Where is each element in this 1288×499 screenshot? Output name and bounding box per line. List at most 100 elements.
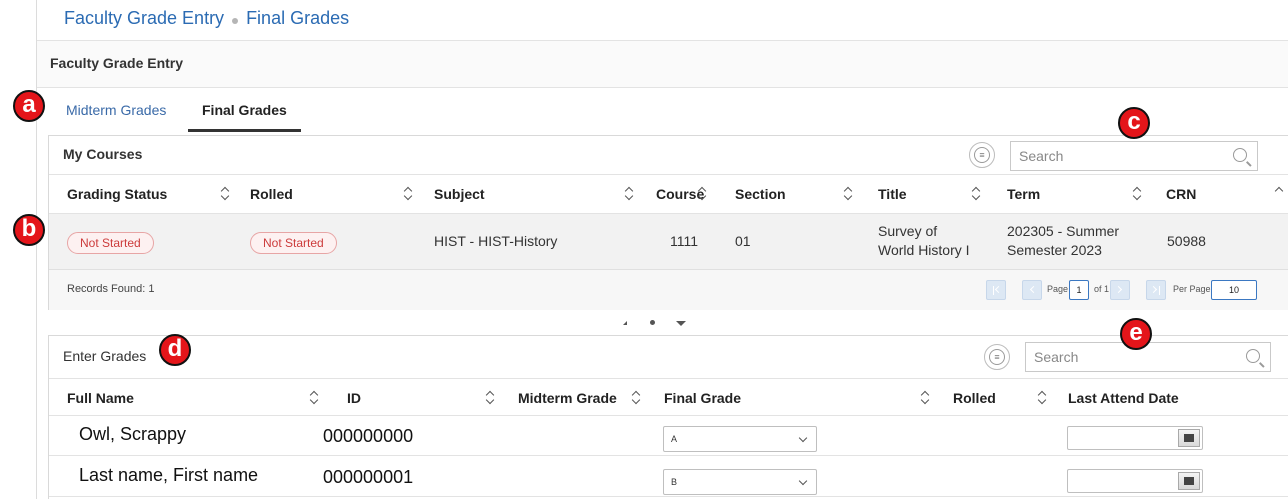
final-grade-select[interactable]: B <box>663 469 817 495</box>
grades-table-header: Full Name ID Midterm Grade Final Grade R… <box>49 378 1288 416</box>
sort-icon[interactable] <box>922 391 930 405</box>
col-term[interactable]: Term <box>1007 175 1040 213</box>
sort-icon[interactable] <box>1134 187 1142 201</box>
student-name: Owl, Scrappy <box>79 424 187 444</box>
records-found: Records Found: 1 <box>67 283 155 295</box>
table-row[interactable]: Not Started Not Started HIST - HIST-Hist… <box>49 214 1288 270</box>
per-page-label: Per Page <box>1173 284 1211 294</box>
calendar-icon[interactable] <box>1178 472 1200 490</box>
sort-icon[interactable] <box>405 187 413 201</box>
col-final-grade[interactable]: Final Grade <box>664 379 741 417</box>
annotation-marker-d: d <box>159 334 191 366</box>
annotation-marker-c: c <box>1118 107 1150 139</box>
sort-icon[interactable] <box>222 187 230 201</box>
app-frame: Faculty Grade Entry Final Grades Faculty… <box>0 0 1288 499</box>
my-courses-title: My Courses <box>63 146 143 162</box>
section-header-title: Faculty Grade Entry <box>50 55 184 71</box>
courses-search <box>1010 141 1258 171</box>
student-name: Last name, First name <box>79 465 259 485</box>
grade-tabs: Midterm Grades Final Grades <box>48 89 1288 133</box>
splitter-dot-icon <box>650 320 655 325</box>
page-number-input[interactable]: 1 <box>1069 280 1089 300</box>
col-crn[interactable]: CRN <box>1166 175 1196 213</box>
last-attend-date-input[interactable] <box>1067 426 1203 450</box>
section-cell: 01 <box>735 233 751 249</box>
tab-midterm-grades[interactable]: Midterm Grades <box>52 89 180 132</box>
title-cell-line1: Survey of <box>878 223 938 239</box>
col-section[interactable]: Section <box>735 175 786 213</box>
courses-search-input[interactable] <box>1011 142 1257 170</box>
breadcrumb-current[interactable]: Final Grades <box>246 8 349 29</box>
my-courses-panel: My Courses ≡ Grading Status Rolled Subje… <box>48 135 1288 310</box>
columns-icon: ≡ <box>974 147 990 163</box>
col-subject[interactable]: Subject <box>434 175 485 213</box>
final-grade-value: B <box>671 477 678 487</box>
section-header: Faculty Grade Entry <box>37 40 1288 88</box>
per-page-input[interactable]: 10 <box>1211 280 1257 300</box>
page-of-label: of 1 <box>1094 284 1110 294</box>
status-badge: Not Started <box>67 232 154 254</box>
final-grade-select[interactable]: A <box>663 426 817 452</box>
final-grade-value: A <box>671 434 678 444</box>
page-label: Page <box>1047 284 1069 294</box>
last-page-button[interactable] <box>1146 280 1166 300</box>
table-row[interactable]: Owl, Scrappy 000000000 A <box>49 416 1288 456</box>
courses-table-header: Grading Status Rolled Subject Course Sec… <box>49 174 1288 214</box>
term-cell-line1: 202305 - Summer <box>1007 223 1120 239</box>
breadcrumb: Faculty Grade Entry Final Grades <box>64 8 349 29</box>
search-icon[interactable] <box>1246 349 1260 363</box>
chevron-down-icon <box>798 433 808 443</box>
prev-page-button[interactable] <box>1022 280 1042 300</box>
sort-icon[interactable] <box>487 391 495 405</box>
left-rail <box>0 0 37 499</box>
col-id[interactable]: ID <box>347 379 361 417</box>
annotation-marker-b: b <box>13 214 45 246</box>
sort-icon[interactable] <box>699 187 707 201</box>
grades-search <box>1025 342 1271 372</box>
grades-search-input[interactable] <box>1026 343 1270 371</box>
annotation-marker-e: e <box>1120 318 1152 350</box>
student-id: 000000001 <box>323 467 414 487</box>
search-icon[interactable] <box>1233 148 1247 162</box>
first-page-button[interactable] <box>986 280 1006 300</box>
rolled-badge: Not Started <box>250 232 337 254</box>
breadcrumb-separator-icon <box>232 17 239 24</box>
column-settings-button[interactable]: ≡ <box>969 142 995 168</box>
title-cell-line2: World History I <box>878 242 970 258</box>
col-full-name[interactable]: Full Name <box>67 379 134 417</box>
col-rolled[interactable]: Rolled <box>953 379 996 417</box>
col-rolled[interactable]: Rolled <box>250 175 293 213</box>
table-row[interactable]: Last name, First name 000000001 B <box>49 457 1288 497</box>
breadcrumb-root[interactable]: Faculty Grade Entry <box>64 8 224 29</box>
next-page-button[interactable] <box>1110 280 1130 300</box>
collapse-down-icon[interactable] <box>676 321 686 326</box>
last-attend-date-input[interactable] <box>1067 469 1203 493</box>
col-midterm-grade[interactable]: Midterm Grade <box>518 379 617 417</box>
sort-icon[interactable] <box>311 391 319 405</box>
sort-icon[interactable] <box>1039 391 1047 405</box>
sort-icon[interactable] <box>973 187 981 201</box>
sort-ascending-icon[interactable] <box>1276 187 1284 201</box>
sort-icon[interactable] <box>845 187 853 201</box>
col-grading-status[interactable]: Grading Status <box>67 175 167 213</box>
courses-pagination: Records Found: 1 Page 1 of 1 Per Page 10 <box>49 270 1288 310</box>
col-course[interactable]: Course <box>656 175 704 213</box>
student-id: 000000000 <box>323 426 414 446</box>
tab-final-grades[interactable]: Final Grades <box>188 89 301 132</box>
chevron-down-icon <box>798 476 808 486</box>
panel-splitter[interactable] <box>48 312 1288 334</box>
annotation-marker-a: a <box>13 90 45 122</box>
sort-icon[interactable] <box>633 391 641 405</box>
crn-cell: 50988 <box>1167 233 1206 249</box>
resize-corner-icon <box>623 321 627 325</box>
calendar-icon[interactable] <box>1178 429 1200 447</box>
column-settings-button[interactable]: ≡ <box>984 344 1010 370</box>
col-last-attend-date[interactable]: Last Attend Date <box>1068 379 1179 417</box>
enter-grades-title: Enter Grades <box>63 348 147 364</box>
sort-icon[interactable] <box>626 187 634 201</box>
col-title[interactable]: Title <box>878 175 907 213</box>
term-cell-line2: Semester 2023 <box>1007 242 1102 258</box>
enter-grades-panel: Enter Grades ≡ Full Name ID Midterm Grad… <box>48 335 1288 499</box>
subject-cell: HIST - HIST-History <box>434 233 558 249</box>
course-cell: 1111 <box>670 233 699 249</box>
